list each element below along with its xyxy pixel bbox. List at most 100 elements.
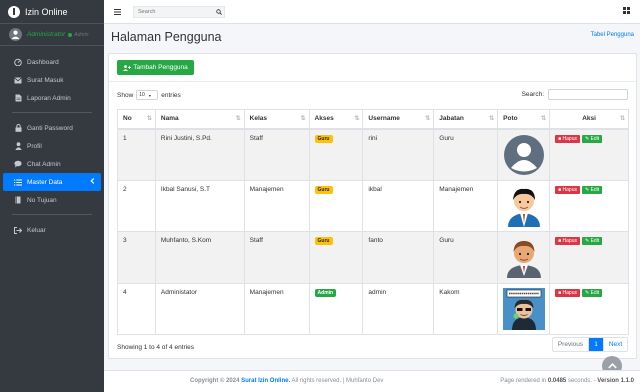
- column-header-poto[interactable]: Poto ⇅: [497, 109, 551, 130]
- brand[interactable]: Izin Online: [0, 0, 104, 24]
- column-header-jabatan[interactable]: Jabatan ⇅: [433, 109, 499, 130]
- pencil-icon: ✎: [584, 186, 590, 193]
- cell-username: admin: [362, 282, 435, 335]
- default-avatar-photo: [504, 134, 545, 175]
- column-header-akses[interactable]: Akses ⇅: [308, 109, 364, 130]
- sidebar-item-label: No Tujuan: [27, 196, 57, 204]
- pagination-previous[interactable]: Previous: [553, 338, 589, 351]
- dashboard-icon: [14, 58, 22, 66]
- search-icon[interactable]: [214, 8, 224, 15]
- delete-button[interactable]: ■ Hapus: [555, 288, 580, 297]
- search-label: Search:: [521, 91, 544, 98]
- cell-username: fanto: [362, 231, 435, 284]
- content-header: Halaman Pengguna Tabel Pengguna: [111, 29, 634, 47]
- user-avatar-icon: [9, 28, 22, 41]
- pencil-icon: ✎: [584, 289, 590, 296]
- copyright-prefix: Copyright © 2024: [190, 378, 240, 384]
- sort-icon: ▾: [148, 92, 151, 98]
- cell-aksi: ■ Hapus ✎ Edit: [549, 179, 629, 232]
- cell-poto: [497, 179, 551, 232]
- book-icon: [14, 196, 22, 204]
- edit-button[interactable]: ✎ Edit: [581, 288, 603, 297]
- pencil-icon: ✎: [584, 238, 590, 244]
- cell-nama: Muhfanto, S.Kom: [154, 231, 245, 284]
- version: Version 1.1.0: [597, 378, 634, 384]
- show-entries: Show 10 ▾ entries: [117, 90, 181, 100]
- grid-icon[interactable]: [623, 7, 630, 16]
- pagination-page-1[interactable]: 1: [589, 338, 603, 351]
- column-header-nama[interactable]: Nama ⇅: [154, 109, 245, 130]
- delete-button[interactable]: ■ Hapus: [555, 185, 580, 194]
- sidebar-divider: [12, 112, 92, 113]
- cell-nama: Administator: [154, 282, 245, 335]
- user-name[interactable]: Administrator: [27, 31, 65, 38]
- sidebar-item-label: Laporan Admin: [27, 94, 71, 102]
- sidebar-item-dashboard[interactable]: Dashboard: [3, 53, 101, 71]
- admin-avatar-photo: [503, 287, 546, 330]
- table-header-row: No ⇅ Nama ⇅ Kelas ⇅ Akses ⇅ Username ⇅ Jabata…: [117, 109, 629, 130]
- edit-button[interactable]: ✎ Edit: [581, 134, 603, 143]
- sidebar-item-ganti-password[interactable]: Ganti Password: [3, 119, 101, 137]
- cell-no: 4: [117, 282, 156, 335]
- cell-no: 3: [117, 231, 156, 284]
- search-bar: [133, 5, 225, 18]
- cell-nama: Ikbal Sanusi, S.T: [154, 179, 245, 232]
- user-plus-icon: [123, 64, 132, 71]
- sidebar-nav: Dashboard Surat Masuk Laporan Admin Gant…: [0, 46, 104, 239]
- column-header-kelas[interactable]: Kelas ⇅: [243, 109, 310, 130]
- user-icon: [14, 142, 22, 150]
- hamburger-menu-icon[interactable]: [114, 7, 121, 17]
- sidebar-item-chat-admin[interactable]: Chat Admin: [3, 155, 101, 173]
- cell-username: rini: [362, 128, 435, 181]
- access-badge: Guru: [314, 237, 333, 245]
- sidebar-item-no-tujuan[interactable]: No Tujuan: [3, 191, 101, 209]
- column-header-username[interactable]: Username ⇅: [362, 109, 435, 130]
- pagination: Previous 1 Next: [552, 337, 628, 352]
- pagination-next[interactable]: Next: [603, 338, 627, 351]
- cell-akses: Guru: [308, 231, 364, 284]
- footer-brand-link[interactable]: Surat Izin Online.: [241, 378, 290, 384]
- delete-button[interactable]: ■ Hapus: [555, 134, 580, 143]
- info-icon: [8, 5, 20, 18]
- card-divider: [109, 81, 636, 82]
- column-header-aksi[interactable]: Aksi ⇅: [549, 109, 629, 130]
- sidebar-item-master-data[interactable]: Master Data: [3, 173, 101, 191]
- entries-select[interactable]: 10 ▾: [136, 90, 159, 100]
- delete-button[interactable]: ■ Hapus: [555, 237, 580, 245]
- cell-no: 2: [117, 179, 156, 232]
- access-badge: Guru: [314, 185, 333, 194]
- cell-nama: Rini Justini, S.Pd.: [154, 128, 245, 181]
- cell-jabatan: Guru: [433, 231, 499, 284]
- sidebar-item-profil[interactable]: Profil: [3, 137, 101, 155]
- cell-kelas: Staff: [243, 231, 310, 284]
- sort-asc-icon: ⇅: [146, 116, 152, 122]
- cell-jabatan: Kakom: [433, 282, 499, 335]
- sort-icon: ⇅: [489, 116, 495, 122]
- sidebar-item-label: Master Data: [27, 178, 63, 186]
- cell-akses: Admin: [308, 282, 364, 335]
- add-user-button[interactable]: Tambah Pengguna: [117, 60, 194, 75]
- chevron-up-icon: [607, 363, 617, 369]
- entries-value: 10: [139, 92, 145, 98]
- table-search-input[interactable]: [548, 89, 628, 100]
- show-label: Show: [117, 91, 134, 99]
- man-suit-avatar-photo: [507, 241, 542, 278]
- sidebar-item-laporan-admin[interactable]: Laporan Admin: [3, 89, 101, 107]
- cell-kelas: Manajemen: [243, 179, 310, 232]
- sort-icon: ⇅: [235, 116, 241, 122]
- access-badge: Admin: [314, 288, 337, 297]
- sort-icon: ⇅: [354, 116, 360, 122]
- edit-button[interactable]: ✎ Edit: [581, 185, 603, 194]
- search-input[interactable]: [134, 8, 214, 15]
- sidebar-item-surat-masuk[interactable]: Surat Masuk: [3, 71, 101, 89]
- table-row: 2 Ikbal Sanusi, S.T Manajemen Guru ikbal…: [117, 179, 629, 232]
- breadcrumb[interactable]: Tabel Pengguna: [591, 32, 634, 38]
- user-role: Admin: [74, 31, 89, 38]
- sidebar-item-keluar[interactable]: Keluar: [3, 221, 101, 239]
- column-header-no[interactable]: No ⇅: [117, 109, 156, 130]
- table-row: 4 Administator Manajemen Admin admin Kak…: [117, 282, 629, 335]
- cell-aksi: ■ Hapus ✎ Edit: [549, 231, 629, 284]
- add-user-label: Tambah Pengguna: [133, 64, 188, 71]
- cell-poto: [497, 282, 551, 335]
- edit-button[interactable]: ✎ Edit: [581, 237, 603, 245]
